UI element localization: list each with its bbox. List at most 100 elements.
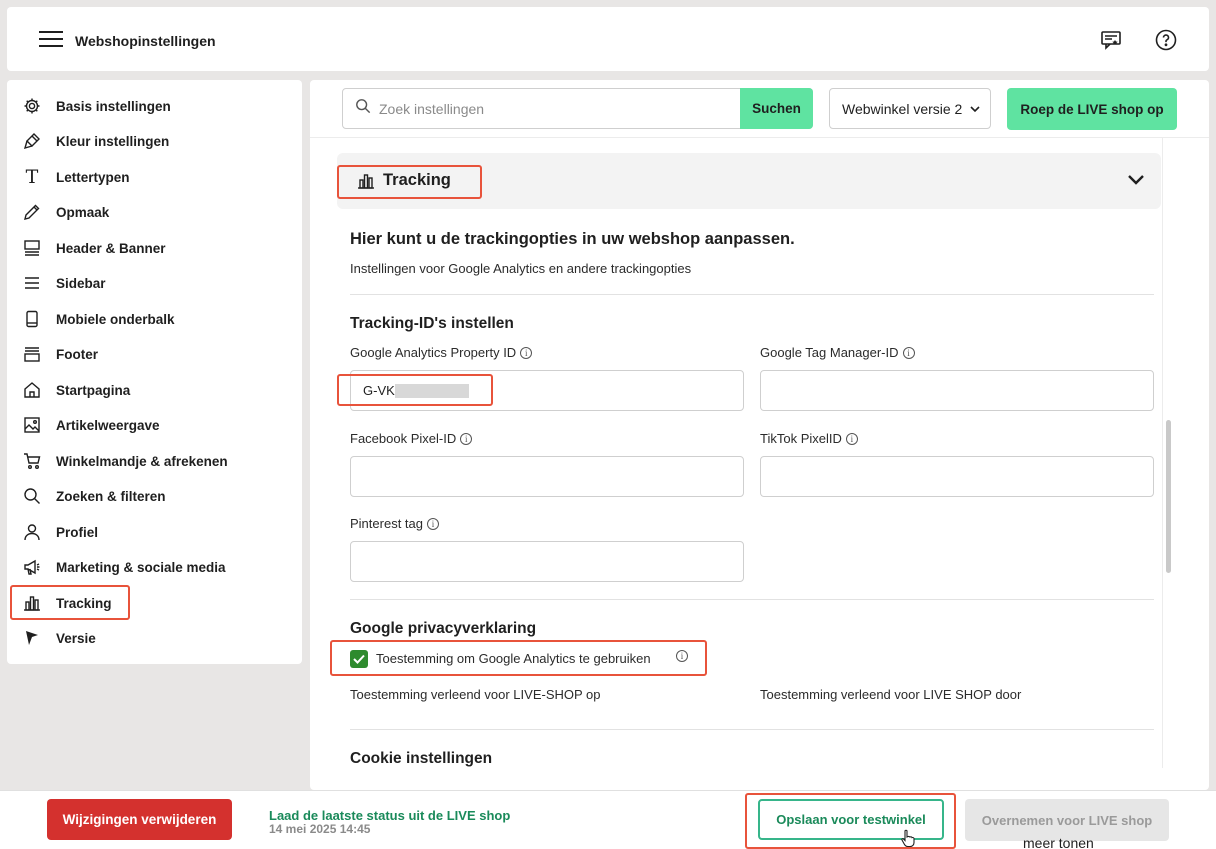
hamburger-menu-icon[interactable] [39,31,63,49]
sidebar-item-label: Zoeken & filteren [56,488,166,504]
top-bar: Webshopinstellingen [7,7,1209,71]
status-link[interactable]: Laad de laatste status uit de LIVE shop [269,808,510,823]
sidebar-item-label: Winkelmandje & afrekenen [56,453,228,469]
sidebar-item-label: Mobiele onderbalk [56,311,175,327]
tiktok-label: TikTok PixelID i [760,431,858,446]
gear-icon [23,97,41,115]
bottom-bar: Wijzigingen verwijderen Laad de laatste … [0,790,1216,849]
live-shop-button[interactable]: Roep de LIVE shop op [1007,88,1177,130]
megaphone-icon [23,558,41,576]
sidebar-item-label: Kleur instellingen [56,133,170,149]
sidebar-item-basis-instellingen[interactable]: Basis instellingen [23,91,283,121]
sidebar-item-lettertypen[interactable]: T Lettertypen [23,162,283,192]
sidebar-item-footer[interactable]: Footer [23,339,283,369]
search-button[interactable]: Suchen [740,88,813,129]
info-icon[interactable]: i [845,432,858,445]
highlight-box [337,374,493,406]
sidebar-item-opmaak[interactable]: Opmaak [23,197,283,227]
user-icon [23,523,41,541]
cookie-heading: Cookie instellingen [350,750,493,767]
divider [350,729,1154,730]
search-icon [355,98,371,119]
search-icon [23,487,41,505]
tiktok-label-text: TikTok PixelID [760,431,842,446]
list-icon [23,274,41,292]
sidebar-item-startpagina[interactable]: Startpagina [23,375,283,405]
sidebar-item-sidebar[interactable]: Sidebar [23,268,283,298]
divider [350,599,1154,600]
sidebar-item-versie[interactable]: Versie [23,623,283,653]
sidebar-item-label: Lettertypen [56,169,130,185]
fb-pixel-input[interactable] [350,456,744,497]
sidebar-item-header-banner[interactable]: Header & Banner [23,233,283,263]
delete-changes-button[interactable]: Wijzigingen verwijderen [47,799,232,840]
show-more-link[interactable]: meer tonen [1023,835,1094,849]
divider [310,137,1209,138]
panel-description: Instellingen voor Google Analytics en an… [350,261,692,276]
sidebar-item-label: Footer [56,346,98,362]
tiktok-pixel-input[interactable] [760,456,1154,497]
pinterest-input[interactable] [350,541,744,582]
ga-label-text: Google Analytics Property ID [350,345,517,360]
sidebar-item-artikelweergave[interactable]: Artikelweergave [23,410,283,440]
sidebar-item-label: Opmaak [56,204,110,220]
flag-icon [23,629,41,647]
sidebar-item-label: Versie [56,630,96,646]
scrollbar[interactable] [1166,420,1171,573]
sidebar-item-zoeken-filteren[interactable]: Zoeken & filteren [23,481,283,511]
panel-heading: Hier kunt u de trackingopties in uw webs… [350,230,795,248]
sidebar: Basis instellingen Kleur instellingen T … [7,80,302,664]
font-icon: T [25,166,39,188]
sidebar-item-label: Marketing & sociale media [56,559,226,575]
image-icon [23,416,41,434]
highlight-box [337,165,482,199]
privacy-heading: Google privacyverklaring [350,620,537,637]
gtm-input[interactable] [760,370,1154,411]
tracking-ids-heading: Tracking-ID's instellen [350,315,514,332]
highlight-box [330,640,707,676]
sidebar-item-label: Sidebar [56,275,106,291]
sidebar-item-label: Header & Banner [56,240,166,256]
status-date: 14 mei 2025 14:45 [269,822,371,836]
sidebar-item-kleur-instellingen[interactable]: Kleur instellingen [23,126,283,156]
sidebar-item-mobiele-onderbalk[interactable]: Mobiele onderbalk [23,304,283,334]
divider [350,294,1154,295]
fb-label: Facebook Pixel-ID i [350,431,473,446]
info-icon[interactable]: i [520,346,533,359]
sidebar-item-winkelmandje[interactable]: Winkelmandje & afrekenen [23,446,283,476]
footer-icon [23,345,41,363]
version-select[interactable]: Webwinkel versie 2 [829,88,991,129]
feedback-icon[interactable] [1100,29,1122,51]
sidebar-item-label: Artikelweergave [56,417,160,433]
cursor-hand-icon [900,829,916,849]
search-input[interactable] [379,100,739,117]
sidebar-item-marketing[interactable]: Marketing & sociale media [23,552,283,582]
sidebar-item-label: Profiel [56,524,99,540]
gtm-label: Google Tag Manager-ID i [760,345,915,360]
info-icon[interactable]: i [460,432,473,445]
pinterest-label-text: Pinterest tag [350,516,423,531]
main-panel: Suchen Webwinkel versie 2 Roep de LIVE s… [310,80,1209,790]
mobile-icon [23,310,41,328]
highlight-box [745,793,956,849]
help-icon[interactable] [1155,29,1177,51]
cart-icon [23,452,41,470]
consent-shop-text: Toestemming verleend voor LIVE-SHOP op [350,687,601,702]
app-title: Webshopinstellingen [75,33,216,49]
home-icon [23,381,41,399]
paint-icon [23,132,41,150]
scroll-track [1162,138,1163,768]
sidebar-item-label: Basis instellingen [56,98,171,114]
header-icon [23,239,41,257]
fb-label-text: Facebook Pixel-ID [350,431,457,446]
info-icon[interactable]: i [427,517,439,530]
info-icon[interactable]: i [902,346,915,359]
gtm-label-text: Google Tag Manager-ID [760,345,899,360]
chevron-down-icon[interactable] [1127,173,1145,191]
ga-label: Google Analytics Property ID i [350,345,533,360]
highlight-box [10,585,130,620]
pencil-icon [23,203,41,221]
sidebar-item-label: Startpagina [56,382,131,398]
sidebar-item-profiel[interactable]: Profiel [23,517,283,547]
consent-by-text: Toestemming verleend voor LIVE SHOP door [760,687,1022,702]
